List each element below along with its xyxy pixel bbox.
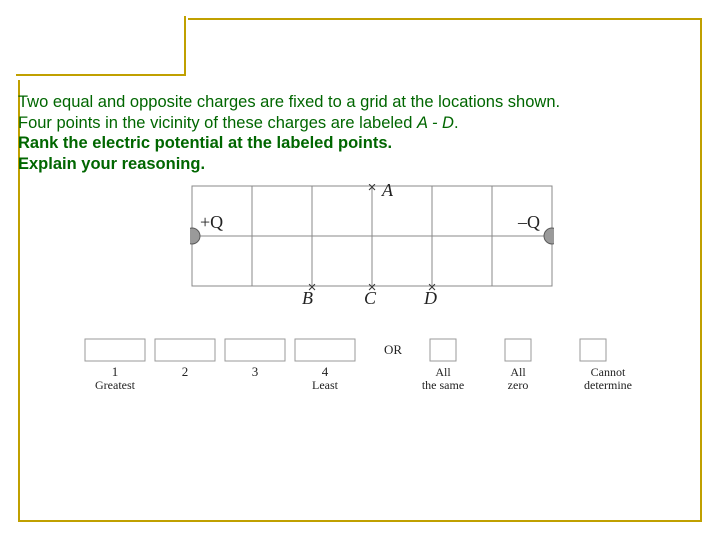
rank-number-3: 3	[252, 364, 259, 379]
corner-notch	[16, 16, 186, 76]
problem-line-2c: .	[454, 114, 459, 132]
charge-grid-diagram: +Q –Q × × × × A B C D	[190, 184, 554, 306]
label-c: C	[364, 288, 376, 309]
label-d: D	[424, 288, 437, 309]
rank-box-1[interactable]	[85, 339, 145, 361]
rank-allsame-1: All	[435, 365, 451, 379]
problem-text: Two equal and opposite charges are fixed…	[18, 92, 702, 175]
rank-box-cannot[interactable]	[580, 339, 606, 361]
rank-number-2: 2	[182, 364, 189, 379]
rank-greatest: Greatest	[95, 378, 136, 392]
rank-allzero-2: zero	[508, 378, 529, 392]
point-a-marker: ×	[368, 184, 377, 196]
rank-cannot-2: determine	[584, 378, 632, 392]
charge-minus-q	[544, 228, 554, 244]
rank-box-4[interactable]	[295, 339, 355, 361]
problem-line-4: Explain your reasoning.	[18, 154, 702, 175]
ranking-strip: 1 2 3 4 Greatest Least OR All the same A…	[75, 336, 675, 396]
rank-box-all-zero[interactable]	[505, 339, 531, 361]
rank-least: Least	[312, 378, 339, 392]
problem-line-2a: Four points in the vicinity of these cha…	[18, 114, 417, 132]
label-a: A	[382, 180, 393, 201]
problem-line-3: Rank the electric potential at the label…	[18, 133, 702, 154]
label-minus-q: –Q	[517, 212, 540, 232]
label-b: B	[302, 288, 313, 309]
rank-box-all-same[interactable]	[430, 339, 456, 361]
rank-allzero-1: All	[510, 365, 526, 379]
problem-line-2-labels: A - D	[417, 114, 454, 132]
label-plus-q: +Q	[200, 212, 223, 232]
charge-plus-q	[190, 228, 200, 244]
rank-allsame-2: the same	[422, 378, 464, 392]
problem-line-2: Four points in the vicinity of these cha…	[18, 113, 702, 134]
rank-number-4: 4	[322, 364, 329, 379]
problem-line-1: Two equal and opposite charges are fixed…	[18, 92, 702, 113]
rank-box-2[interactable]	[155, 339, 215, 361]
rank-cannot-1: Cannot	[591, 365, 626, 379]
rank-number-1: 1	[112, 364, 119, 379]
rank-box-3[interactable]	[225, 339, 285, 361]
rank-or: OR	[384, 342, 402, 357]
slide: Two equal and opposite charges are fixed…	[0, 0, 720, 540]
